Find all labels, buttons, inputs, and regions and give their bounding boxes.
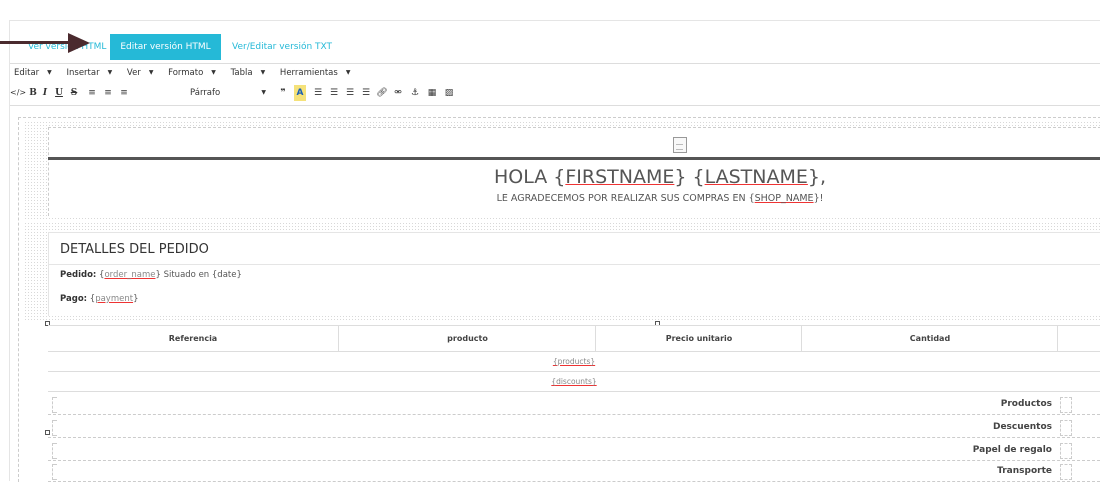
chevron-down-icon: ▼ [148, 69, 154, 76]
total-label: Productos [1000, 399, 1052, 409]
tab-edit-txt[interactable]: Ver/Editar versión TXT [232, 34, 332, 60]
greeting-heading: HOLA {FIRSTNAME} {LASTNAME}, [460, 166, 860, 188]
menu-formato[interactable]: Formato ▼ [168, 68, 222, 78]
order-info-line: Pedido: {order_name} Situado en {date} [60, 270, 242, 280]
column-header-referencia: Referencia [168, 334, 218, 343]
total-value-cell [1060, 397, 1072, 413]
total-value-cell [1060, 464, 1072, 480]
thanks-text: LE AGRADECEMOS POR REALIZAR SUS COMPRAS … [496, 193, 755, 204]
outdent-icon[interactable]: ☰ [344, 85, 356, 101]
annotation-arrow-line [0, 41, 70, 44]
firstname-placeholder: FIRSTNAME [565, 166, 675, 188]
tab-edit-html[interactable]: Editar versión HTML [110, 34, 221, 60]
total-row-transporte: Transporte [48, 462, 1100, 482]
top-divider [10, 20, 1100, 21]
column-header-producto: producto [338, 326, 596, 351]
menu-label: Ver [126, 68, 141, 78]
total-row-productos: Productos [48, 395, 1100, 415]
payment-placeholder: payment [95, 294, 134, 304]
total-row-papel-de-regalo: Papel de regalo [48, 441, 1100, 461]
lastname-placeholder: LASTNAME [704, 166, 808, 188]
align-left-icon[interactable]: ≡ [86, 85, 98, 101]
annotation-arrow-icon [68, 33, 90, 53]
chevron-down-icon: ▼ [47, 69, 52, 76]
table-row: {discounts} [48, 372, 1100, 392]
table-cell [52, 397, 57, 413]
align-right-icon[interactable]: ≡ [118, 85, 130, 101]
source-code-icon[interactable]: </> [10, 85, 26, 101]
format-select[interactable]: Párrafo ▼ [190, 86, 270, 100]
chevron-down-icon: ▼ [261, 89, 266, 96]
greeting-text: } { [674, 166, 705, 188]
unlink-icon[interactable]: ⚮ [392, 85, 404, 101]
menu-editar[interactable]: Editar ▼ [14, 68, 58, 78]
chevron-down-icon: ▼ [107, 69, 113, 76]
menu-label: Tabla [230, 68, 253, 78]
column-header-precio-unitario: Precio unitario [595, 326, 802, 351]
chevron-down-icon: ▼ [260, 69, 266, 76]
chevron-down-icon: ▼ [211, 69, 216, 76]
order-text: } Situado en {date} [155, 270, 242, 280]
order-name-placeholder: order_name [104, 270, 156, 280]
chevron-down-icon: ▼ [345, 69, 351, 76]
table-row: {products} [48, 352, 1100, 372]
total-value-cell [1060, 443, 1072, 459]
image-icon[interactable]: ▨ [443, 85, 455, 101]
align-center-icon[interactable]: ≡ [102, 85, 114, 101]
greeting-text: }, [807, 166, 827, 188]
table-cell [52, 420, 57, 436]
menu-ver[interactable]: Ver ▼ [127, 68, 160, 78]
shop-name-placeholder: SHOP_NAME [754, 193, 814, 204]
menu-label: Herramientas [279, 68, 338, 78]
thanks-text: }! [813, 193, 824, 204]
column-header-extra [1057, 326, 1100, 351]
numbered-list-icon[interactable]: ☰ [328, 85, 340, 101]
italic-icon[interactable]: I [40, 85, 50, 101]
underline-icon[interactable]: U [54, 85, 64, 101]
total-value-cell [1060, 420, 1072, 436]
order-details-divider [49, 264, 1100, 265]
menu-herramientas[interactable]: Herramientas ▼ [280, 68, 357, 78]
blockquote-icon[interactable]: ❞ [277, 85, 289, 101]
format-select-value: Párrafo [190, 88, 221, 98]
total-row-descuentos: Descuentos [48, 418, 1100, 438]
thanks-line: LE AGRADECEMOS POR REALIZAR SUS COMPRAS … [390, 193, 930, 204]
total-label: Papel de regalo [972, 445, 1052, 455]
payment-text: } [133, 294, 139, 304]
total-label: Descuentos [992, 422, 1052, 432]
bold-icon[interactable]: B [28, 85, 38, 101]
payment-label: Pago: [60, 294, 88, 304]
order-details-title: DETALLES DEL PEDIDO [60, 242, 209, 257]
header-separator [48, 157, 1100, 160]
menu-label: Insertar [66, 68, 100, 78]
logo-image-placeholder-icon[interactable] [673, 137, 687, 153]
anchor-icon[interactable]: ⚓︎ [409, 85, 421, 101]
media-icon[interactable]: ▦ [426, 85, 438, 101]
link-icon[interactable]: 🔗︎ [376, 85, 388, 101]
editor-menubar: Editar ▼ Insertar ▼ Ver ▼ Formato ▼ Tabla ▼ H… [14, 68, 362, 82]
menu-label: Editar [14, 68, 40, 78]
indent-icon[interactable]: ☰ [360, 85, 372, 101]
text-color-icon[interactable]: A [294, 85, 306, 101]
table-cell [52, 443, 57, 459]
greeting-text: HOLA { [493, 166, 566, 188]
discounts-placeholder: {discounts} [551, 377, 597, 386]
menu-tabla[interactable]: Tabla ▼ [231, 68, 272, 78]
payment-info-line: Pago: {payment} [60, 294, 138, 304]
strikethrough-icon[interactable]: S [69, 85, 79, 101]
products-placeholder: {products} [552, 357, 596, 366]
bullet-list-icon[interactable]: ☰ [312, 85, 324, 101]
menu-insertar[interactable]: Insertar ▼ [67, 68, 119, 78]
menu-label: Formato [168, 68, 204, 78]
order-label: Pedido: [60, 270, 97, 280]
payment-text: { [87, 294, 96, 304]
total-label: Transporte [997, 466, 1052, 476]
column-header-cantidad: Cantidad [801, 326, 1058, 351]
table-header-row: Referencia producto Precio unitario Cant… [48, 325, 1100, 352]
table-cell [52, 464, 57, 480]
